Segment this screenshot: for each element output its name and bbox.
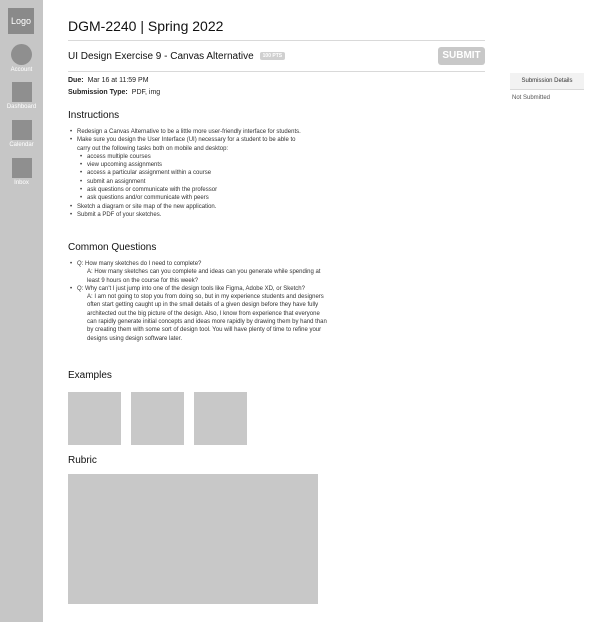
due-label: Due: [68, 77, 84, 84]
assignment-title-text: UI Design Exercise 9 - Canvas Alternativ… [68, 51, 254, 62]
account-icon [11, 44, 32, 65]
divider [68, 40, 485, 41]
question-item: Q: Why can't I just jump into one of the… [70, 285, 330, 343]
submission-type-row: Submission Type: PDF, img [68, 89, 160, 96]
page-title: DGM-2240 | Spring 2022 [68, 18, 224, 34]
list-item: access multiple courses [80, 153, 308, 162]
rubric-heading: Rubric [68, 455, 97, 466]
instructions-heading: Instructions [68, 110, 120, 121]
sidebar-item-inbox[interactable]: Inbox [0, 158, 43, 186]
sidebar-item-account[interactable]: Account [0, 44, 43, 73]
list-item-text: Make sure you design the User Interface … [77, 137, 296, 152]
submission-type-value: PDF, img [131, 89, 161, 96]
submit-button[interactable]: SUBMIT [438, 47, 485, 65]
examples-heading: Examples [68, 370, 112, 381]
question-text: Q: Why can't I just jump into one of the… [77, 285, 305, 292]
sidebar-item-dashboard[interactable]: Dashboard [0, 82, 43, 110]
questions-list: Q: How many sketches do I need to comple… [68, 260, 330, 343]
answer-text: A: I am not going to stop you from doing… [87, 294, 327, 342]
questions-heading: Common Questions [68, 242, 157, 253]
answer-text: A: How many sketches can you complete an… [87, 269, 321, 284]
list-item: access a particular assignment within a … [80, 169, 308, 178]
inbox-icon [11, 158, 32, 178]
sidebar-item-label: Account [10, 67, 33, 73]
list-item: view upcoming assignments [80, 161, 308, 170]
due-row: Due: Mar 16 at 11:59 PM [68, 77, 149, 84]
sidebar: Logo Account Dashboard Calendar Inbox [0, 0, 43, 622]
assignment-title: UI Design Exercise 9 - Canvas Alternativ… [68, 51, 286, 62]
submission-details-tab[interactable]: Submission Details [510, 73, 584, 89]
sidebar-item-label: Dashboard [6, 104, 37, 110]
question-item: Q: How many sketches do I need to comple… [70, 260, 330, 285]
list-item: submit an assignment [80, 178, 308, 187]
rubric-image [68, 474, 318, 604]
list-item: Make sure you design the User Interface … [70, 136, 308, 203]
instructions-list: Redesign a Canvas Alternative to be a li… [68, 128, 308, 220]
divider [68, 71, 485, 72]
logo: Logo [8, 8, 34, 34]
list-item: ask questions or communicate with the pr… [80, 186, 308, 195]
example-image[interactable] [194, 392, 247, 445]
submission-status: Not Submitted [512, 95, 551, 101]
list-item: Submit a PDF of your sketches. [70, 211, 308, 220]
divider [510, 89, 584, 90]
list-item: ask questions and/or communicate with pe… [80, 194, 308, 203]
dashboard-icon [11, 82, 32, 102]
points-badge: 100 PTS [259, 52, 286, 60]
calendar-icon [11, 120, 32, 140]
example-image[interactable] [68, 392, 121, 445]
list-item: Sketch a diagram or site map of the new … [70, 203, 308, 212]
sidebar-item-label: Inbox [14, 180, 29, 186]
submission-type-label: Submission Type: [68, 89, 128, 96]
example-image[interactable] [131, 392, 184, 445]
sidebar-item-calendar[interactable]: Calendar [0, 120, 43, 148]
due-value: Mar 16 at 11:59 PM [87, 77, 149, 84]
list-item: Redesign a Canvas Alternative to be a li… [70, 128, 308, 137]
sidebar-item-label: Calendar [9, 142, 34, 148]
question-text: Q: How many sketches do I need to comple… [77, 261, 202, 267]
